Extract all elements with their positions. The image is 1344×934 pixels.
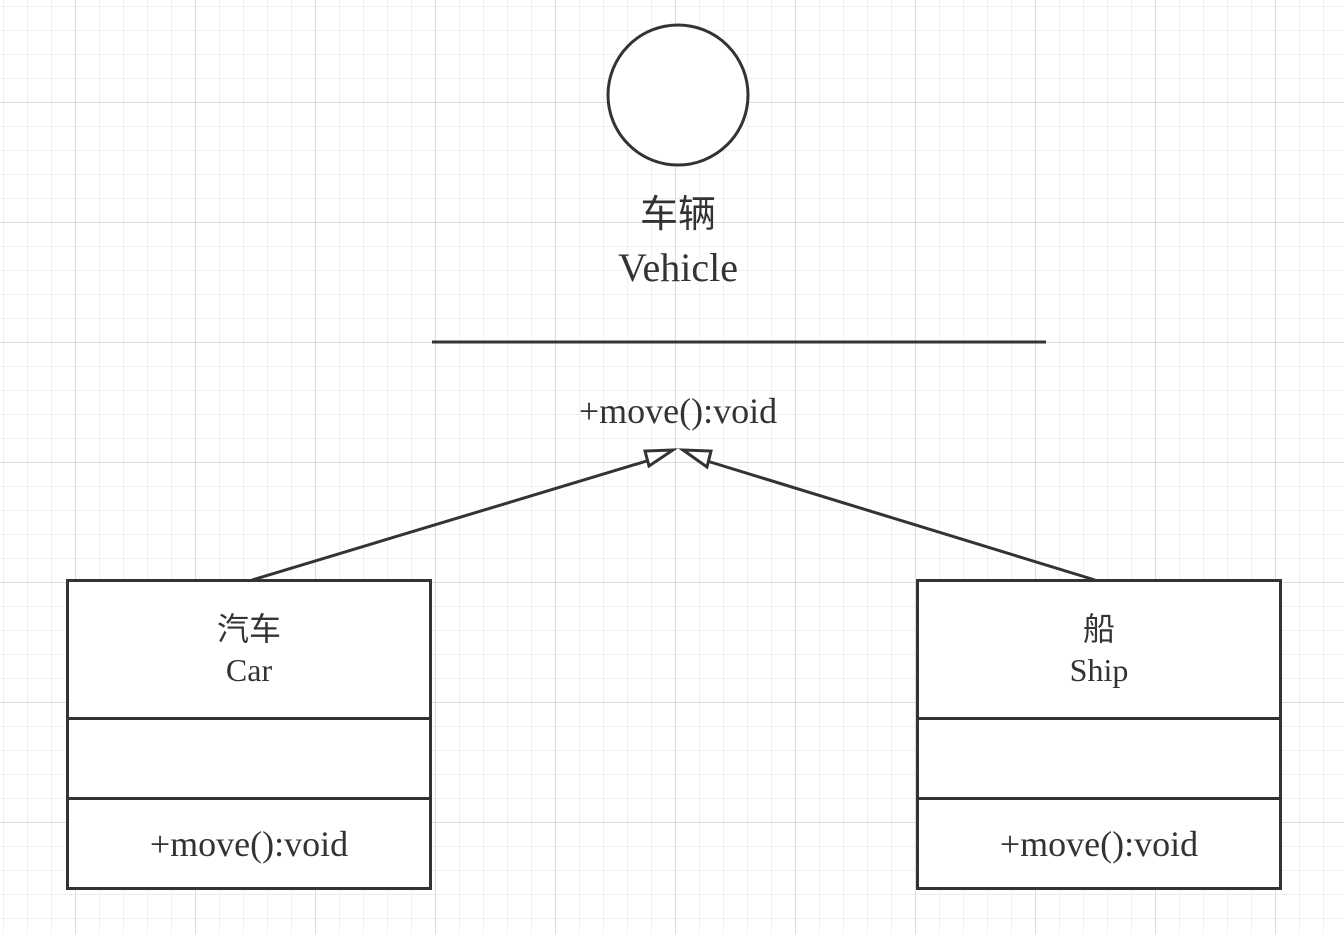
car-class-name-compartment: 汽车 Car [69,582,429,720]
car-realization-line[interactable] [251,458,651,582]
car-class-operations-compartment: +move():void [69,800,429,887]
car-realization-arrowhead [643,448,679,469]
interface-name-en: Vehicle [618,245,738,290]
car-class-box[interactable]: 汽车 Car +move():void [66,579,432,890]
ship-realization-line[interactable] [706,459,1096,582]
ship-class-box[interactable]: 船 Ship +move():void [916,579,1282,890]
ship-class-name-en: Ship [1069,651,1129,688]
car-class-name-cn: 汽车 [216,610,281,649]
ship-class-operations-compartment: +move():void [919,800,1279,887]
ship-realization-arrowhead [678,448,713,470]
ship-class-name-compartment: 船 Ship [919,582,1279,720]
ship-class-attributes-compartment [919,720,1279,800]
interface-circle[interactable] [606,23,750,167]
interface-name-cn: 车辆 [639,192,716,236]
diagram-canvas: 车辆 Vehicle +move():void 汽车 Car +move():v… [0,0,1344,934]
ship-class-operation: +move():void [999,823,1199,864]
car-class-attributes-compartment [69,720,429,800]
car-class-operation: +move():void [149,823,349,864]
car-class-name-en: Car [225,651,273,688]
interface-operation: +move():void [578,391,778,431]
ship-class-name-cn: 船 [1082,610,1115,649]
